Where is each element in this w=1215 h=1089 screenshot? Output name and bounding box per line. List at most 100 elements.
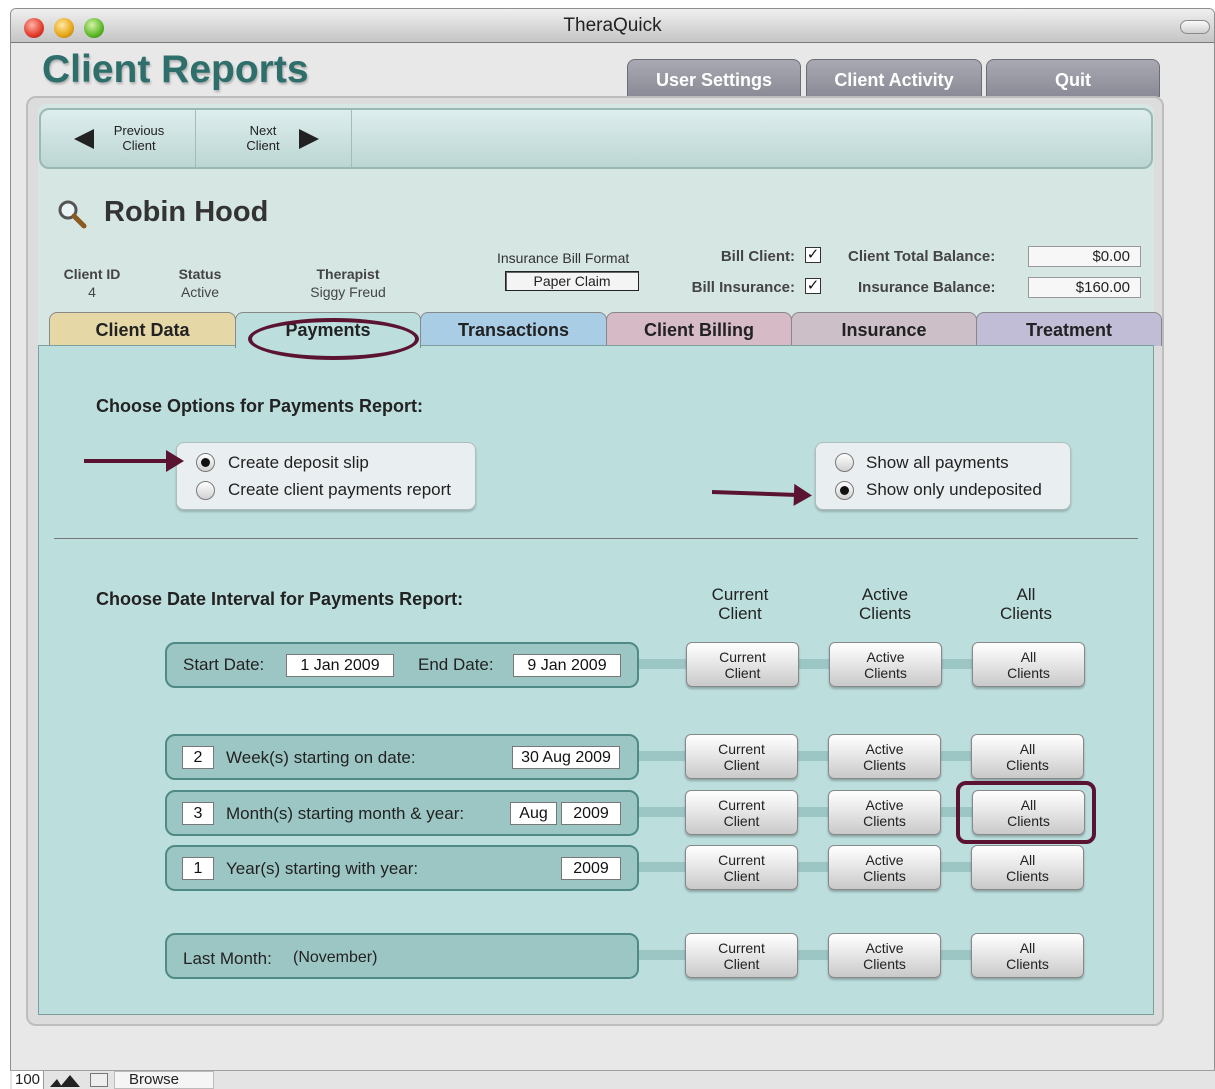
months-row: 3 Month(s) starting month & year: Aug 20… [165,790,639,836]
active-clients-column-header: Active Clients [835,585,935,623]
button-label: Active [865,797,904,813]
years-label: Year(s) starting with year: [226,859,419,878]
button-label: Current [718,797,765,813]
toolbar-toggle-button[interactable] [1180,20,1210,34]
magnifier-icon[interactable] [56,198,88,230]
last-month-current-client-button[interactable]: Current Client [685,933,798,978]
status-bar: 100 Browse [10,1070,1215,1089]
bill-client-checkbox[interactable]: ✓ [805,247,821,263]
annotation-arrow-icon [84,450,184,472]
button-label: All [1019,852,1036,868]
tab-treatment[interactable]: Treatment [976,312,1162,346]
previous-client-line1: Previous [113,123,165,138]
left-arrow-icon [74,129,94,149]
quit-tab[interactable]: Quit [986,59,1160,97]
button-label: Active [866,649,905,665]
button-label: All [1019,741,1036,757]
options-section-title: Choose Options for Payments Report: [96,396,424,416]
months-year-field[interactable]: 2009 [561,802,621,825]
weeks-count-field[interactable]: 2 [182,746,214,769]
weeks-active-clients-button[interactable]: Active Clients [828,734,941,779]
date-range-row: Start Date: 1 Jan 2009 End Date: 9 Jan 2… [165,642,639,688]
status-toggle-icon[interactable] [90,1073,108,1087]
right-arrow-icon [299,129,319,149]
years-all-clients-button[interactable]: All Clients [971,845,1084,890]
button-label: Client [723,813,760,829]
tab-client-data[interactable]: Client Data [49,312,236,346]
button-label: Clients [1006,868,1049,884]
date-range-all-clients-button[interactable]: All Clients [972,642,1085,687]
user-settings-tab[interactable]: User Settings [627,59,801,97]
mode-popup[interactable]: Browse [114,1071,214,1089]
months-month-field[interactable]: Aug [510,802,557,825]
end-date-label: End Date: [418,655,494,674]
start-date-field[interactable]: 1 Jan 2009 [286,654,394,677]
report-type-group: Create deposit slip Create client paymen… [176,442,476,510]
show-all-payments-label: Show all payments [866,453,1009,472]
client-navigation-bar: Previous Client Next Client [39,108,1153,169]
last-month-active-clients-button[interactable]: Active Clients [828,933,941,978]
all-clients-column-header: All Clients [976,585,1076,623]
weeks-start-date-field[interactable]: 30 Aug 2009 [512,746,620,769]
years-count-field[interactable]: 1 [182,857,214,880]
show-undeposited-radio[interactable] [835,481,854,500]
button-label: Client [723,757,760,773]
client-total-balance-field: $0.00 [1028,246,1141,267]
active-clients-column-line1: Active [861,585,909,604]
years-active-clients-button[interactable]: Active Clients [828,845,941,890]
button-label: Clients [864,665,907,681]
months-current-client-button[interactable]: Current Client [685,790,798,835]
button-label: Clients [1006,956,1049,972]
next-client-line2: Client [246,138,280,153]
bill-insurance-checkbox[interactable]: ✓ [805,278,821,294]
zoom-level[interactable]: 100 [12,1071,44,1089]
next-client-button[interactable]: Next Client [196,110,352,167]
therapist-value: Siggy Freud [310,284,386,300]
all-clients-column-line1: All [1016,585,1036,604]
show-all-payments-radio[interactable] [835,453,854,472]
insurance-bill-format-field[interactable]: Paper Claim [505,271,639,291]
last-month-all-clients-button[interactable]: All Clients [971,933,1084,978]
tab-transactions[interactable]: Transactions [420,312,607,346]
date-range-active-clients-button[interactable]: Active Clients [829,642,942,687]
page-title: Client Reports [42,48,309,91]
button-label: All [1019,940,1036,956]
button-label: Clients [863,813,906,829]
date-range-current-client-button[interactable]: Current Client [686,642,799,687]
end-date-field[interactable]: 9 Jan 2009 [513,654,621,677]
insurance-bill-format-label: Insurance Bill Format [497,250,630,266]
bill-client-label: Bill Client: [720,248,795,265]
client-payments-report-radio[interactable] [196,481,215,500]
tab-insurance[interactable]: Insurance [791,312,977,346]
all-clients-button-highlight [956,781,1096,844]
show-undeposited-label: Show only undeposited [866,480,1042,499]
client-activity-tab[interactable]: Client Activity [806,59,982,97]
years-current-client-button[interactable]: Current Client [685,845,798,890]
months-active-clients-button[interactable]: Active Clients [828,790,941,835]
months-count-field[interactable]: 3 [182,802,214,825]
zoom-mountains-icon[interactable] [48,1073,88,1088]
current-client-column-line1: Current [711,585,769,604]
status-value: Active [180,284,220,300]
status-label: Status [178,266,222,282]
button-label: All [1020,649,1037,665]
window-title: TheraQuick [563,15,662,36]
all-clients-column-line2: Clients [1000,604,1052,623]
deposit-slip-radio[interactable] [196,453,215,472]
current-client-column-line2: Client [718,604,762,623]
title-bar: TheraQuick [11,9,1214,43]
weeks-all-clients-button[interactable]: All Clients [971,734,1084,779]
years-year-field[interactable]: 2009 [561,857,621,880]
previous-client-button[interactable]: Previous Client [41,110,196,167]
tab-client-billing[interactable]: Client Billing [606,312,792,346]
button-label: Clients [863,868,906,884]
button-label: Client [723,956,760,972]
deposit-slip-label: Create deposit slip [228,453,369,472]
client-id-value: 4 [88,284,96,300]
payments-tab-highlight [248,318,419,360]
weeks-current-client-button[interactable]: Current Client [685,734,798,779]
button-label: Active [865,940,904,956]
show-payments-group: Show all payments Show only undeposited [815,442,1071,510]
button-label: Clients [1006,757,1049,773]
client-name: Robin Hood [104,196,269,228]
